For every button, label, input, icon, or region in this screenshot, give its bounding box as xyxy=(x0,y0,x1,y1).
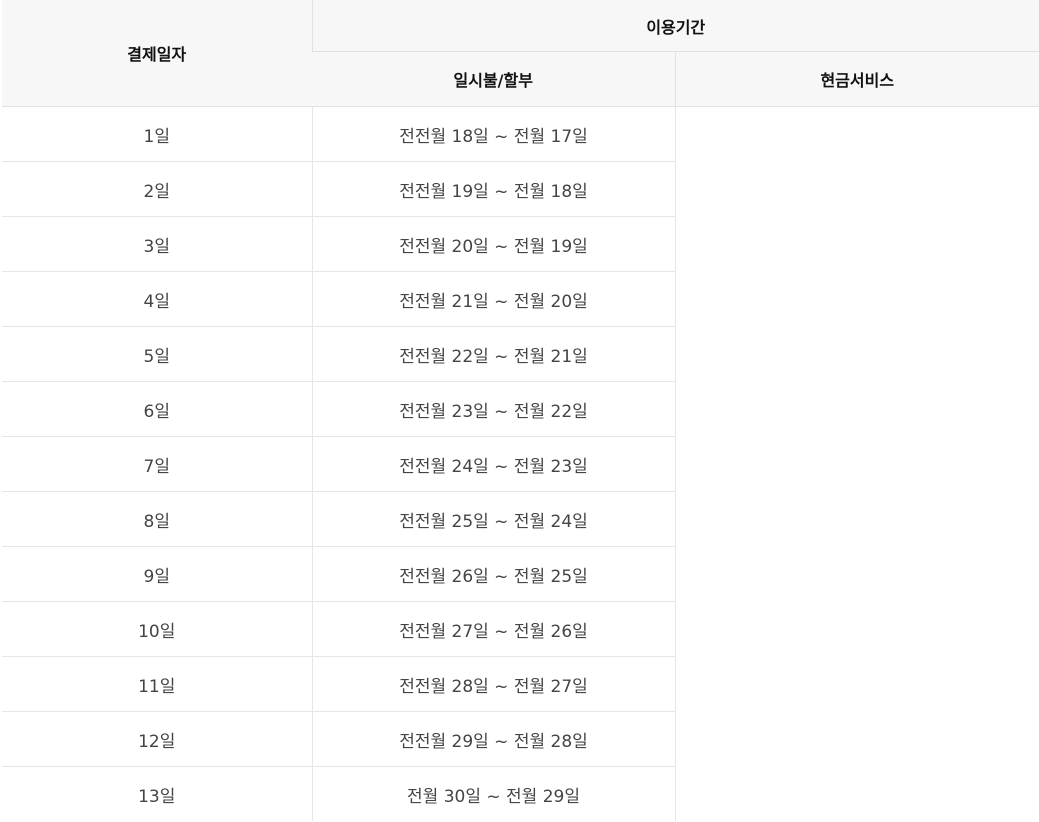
lump-installment-period-cell: 전월 30일 ~ 전월 29일 xyxy=(311,766,675,821)
lump-installment-period-cell: 전전월 27일 ~ 전월 26일 xyxy=(311,601,675,657)
lump-installment-period-cell: 전전월 19일 ~ 전월 18일 xyxy=(311,161,675,217)
lump-installment-period-cell: 전전월 22일 ~ 전월 21일 xyxy=(311,326,675,382)
lump-installment-period-cell: 전전월 20일 ~ 전월 19일 xyxy=(311,216,675,272)
payment-day-cell: 2일 xyxy=(2,161,312,217)
header-lump-installment: 일시불/할부 xyxy=(312,51,675,107)
payment-day-cell: 9일 xyxy=(2,546,312,602)
payment-day-cell: 12일 xyxy=(2,711,312,767)
lump-installment-period-cell: 전전월 29일 ~ 전월 28일 xyxy=(311,711,675,767)
table-body: 1일 전전월 18일 ~ 전월 17일 2일 전전월 19일 ~ 전월 18일 … xyxy=(2,106,1039,821)
payment-day-cell: 7일 xyxy=(2,436,312,492)
lump-installment-period-cell: 전전월 26일 ~ 전월 25일 xyxy=(311,546,675,602)
payment-day-cell: 5일 xyxy=(2,326,312,382)
payment-day-cell: 13일 xyxy=(138,786,176,807)
header-row-1: 결제일자 이용기간 xyxy=(2,0,1039,107)
payment-day-cell: 6일 xyxy=(2,381,312,437)
lump-installment-period-cell: 전전월 24일 ~ 전월 23일 xyxy=(311,436,675,492)
header-cash-service: 현금서비스 xyxy=(674,51,1039,107)
table-row: 1일 전전월 18일 ~ 전월 17일 xyxy=(2,106,1039,821)
header-usage-period: 이용기간 xyxy=(311,0,1039,52)
table-header: 결제일자 이용기간 일시불/할부 현금서비스 xyxy=(2,0,1039,107)
header-payment-date: 결제일자 xyxy=(2,0,312,107)
billing-period-table: 결제일자 이용기간 일시불/할부 현금서비스 1일 전전월 18일 ~ 전월 1… xyxy=(2,0,1039,821)
payment-day-cell: 11일 xyxy=(2,656,312,712)
payment-day-cell: 1일 xyxy=(2,106,312,162)
payment-day-cell: 4일 xyxy=(2,271,312,327)
lump-installment-period-cell: 전전월 23일 ~ 전월 22일 xyxy=(311,381,675,437)
cash-service-period-cell xyxy=(674,106,1039,821)
lump-installment-period-cell: 전전월 21일 ~ 전월 20일 xyxy=(311,271,675,327)
payment-day-cell: 3일 xyxy=(2,216,312,272)
lump-installment-period-cell: 전전월 25일 ~ 전월 24일 xyxy=(311,491,675,547)
lump-installment-period-cell: 전전월 18일 ~ 전월 17일 xyxy=(311,106,675,162)
payment-day-cell: 8일 xyxy=(2,491,312,547)
payment-day-cell: 10일 xyxy=(2,601,312,657)
lump-installment-period-cell: 전전월 28일 ~ 전월 27일 xyxy=(311,656,675,712)
